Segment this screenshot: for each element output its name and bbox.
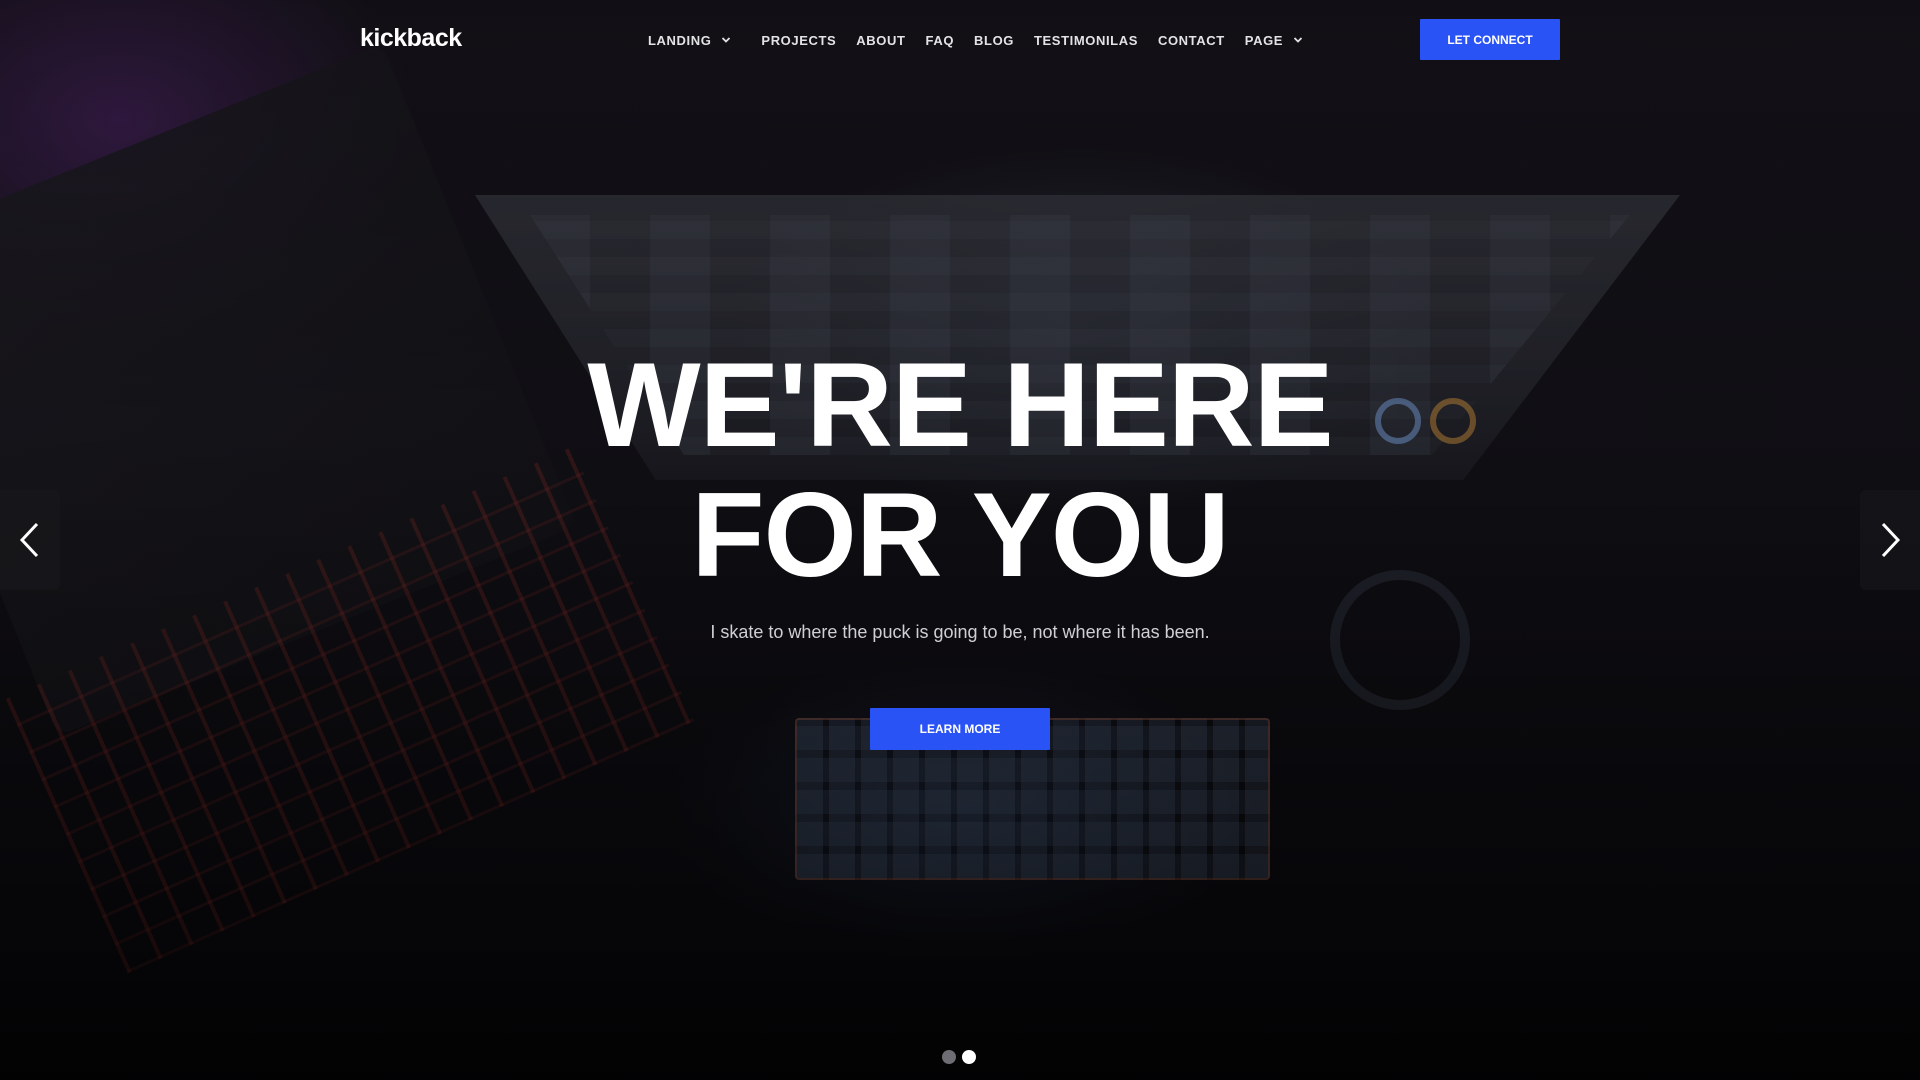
nav-item-about[interactable]: ABOUT bbox=[856, 33, 905, 48]
nav-item-label: ABOUT bbox=[856, 32, 906, 48]
chevron-down-icon bbox=[722, 37, 731, 43]
nav-item-label: PROJECTS bbox=[761, 32, 837, 48]
nav-item-faq[interactable]: FAQ bbox=[926, 33, 955, 48]
site-header: kickback LANDING PROJECTS ABOUT FAQ BLOG bbox=[0, 0, 1920, 80]
slider-dot-1[interactable] bbox=[942, 1050, 956, 1064]
nav-item-label: PAGE bbox=[1244, 32, 1284, 48]
let-connect-button[interactable]: LET CONNECT bbox=[1420, 19, 1560, 60]
hero-slider: kickback LANDING PROJECTS ABOUT FAQ BLOG bbox=[0, 0, 1920, 1080]
nav-item-page[interactable]: PAGE bbox=[1245, 33, 1303, 48]
nav-item-label: BLOG bbox=[974, 32, 1014, 48]
slider-next-button[interactable] bbox=[1860, 490, 1920, 590]
nav-item-testimonials[interactable]: TESTIMONILAS bbox=[1034, 33, 1138, 48]
nav-item-label: LANDING bbox=[648, 32, 712, 48]
learn-more-button[interactable]: LEARN MORE bbox=[870, 708, 1050, 750]
slider-pagination bbox=[942, 1050, 976, 1064]
chevron-left-icon bbox=[19, 522, 39, 558]
nav-item-landing[interactable]: LANDING bbox=[648, 33, 731, 48]
nav-item-label: CONTACT bbox=[1157, 32, 1225, 48]
nav-item-label: FAQ bbox=[925, 32, 955, 48]
slider-dot-2[interactable] bbox=[962, 1050, 976, 1064]
main-nav: LANDING PROJECTS ABOUT FAQ BLOG TESTIMON… bbox=[648, 30, 1303, 50]
hero-subtitle: I skate to where the puck is going to be… bbox=[710, 622, 1210, 642]
nav-item-projects[interactable]: PROJECTS bbox=[761, 33, 836, 48]
chevron-right-icon bbox=[1881, 522, 1901, 558]
nav-item-contact[interactable]: CONTACT bbox=[1158, 33, 1225, 48]
hero-headline: WE'RE HERE FOR YOU bbox=[0, 340, 1920, 600]
nav-item-blog[interactable]: BLOG bbox=[974, 33, 1014, 48]
hero-headline-line: WE'RE HERE bbox=[587, 338, 1333, 472]
chevron-down-icon bbox=[1293, 37, 1303, 43]
logo[interactable]: kickback bbox=[360, 24, 462, 53]
hero-headline-line: FOR YOU bbox=[691, 468, 1230, 602]
nav-item-label: TESTIMONILAS bbox=[1034, 32, 1138, 48]
slider-prev-button[interactable] bbox=[0, 490, 60, 590]
